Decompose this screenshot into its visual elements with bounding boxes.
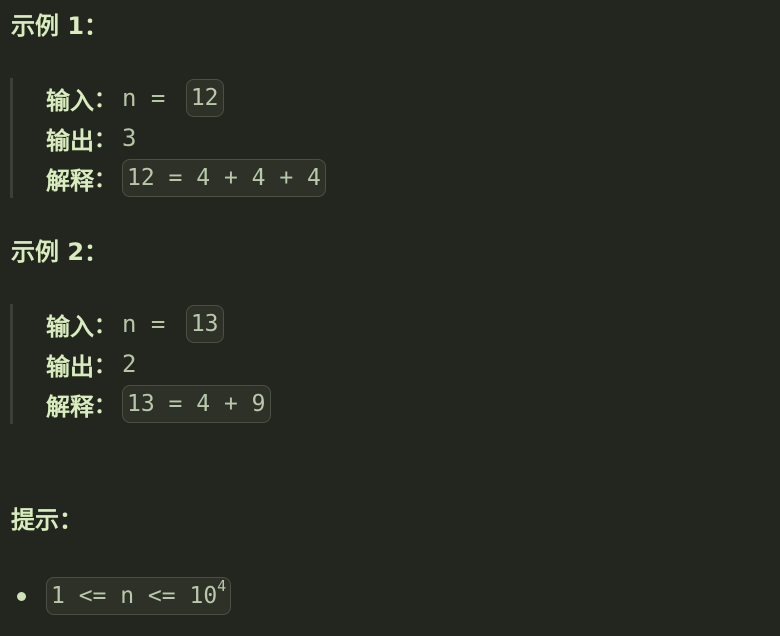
- colon: ：: [94, 88, 117, 113]
- example-1-block: 输入 ： n = 12 输出 ： 3 解释 ： 12 = 4 + 4 + 4: [10, 78, 710, 198]
- example-2-input-row: 输入 ： n = 13: [46, 304, 710, 344]
- input-prefix: n =: [122, 310, 180, 338]
- output-label: 输出: [46, 126, 94, 155]
- bullet-icon: [17, 591, 26, 601]
- input-label: 输入: [46, 312, 94, 341]
- example-2-output-row: 输出 ： 2: [46, 344, 710, 384]
- hints-heading: 提示：: [11, 506, 83, 534]
- colon: ：: [94, 314, 117, 339]
- constraint-exponent: 4: [217, 577, 227, 596]
- explain-label: 解释: [46, 392, 94, 421]
- output-value: 3: [122, 124, 137, 152]
- example-2-block: 输入 ： n = 13 输出 ： 2 解释 ： 13 = 4 + 9: [10, 304, 710, 424]
- constraint-code: 1 <= n <= 104: [46, 577, 232, 615]
- explain-label: 解释: [46, 166, 94, 195]
- problem-description: 示例 1： 输入 ： n = 12 输出 ： 3 解释 ： 12 = 4 + 4…: [0, 0, 780, 636]
- constraint-base: 1 <= n <= 10: [51, 583, 218, 609]
- input-label: 输入: [46, 86, 94, 115]
- colon: ：: [94, 128, 117, 153]
- example-2-heading: 示例 2：: [11, 238, 109, 266]
- example-1-output-row: 输出 ： 3: [46, 118, 710, 158]
- output-label: 输出: [46, 352, 94, 381]
- example-2-explain-row: 解释 ： 13 = 4 + 9: [46, 384, 710, 424]
- output-value: 2: [122, 350, 137, 378]
- colon: ：: [94, 168, 117, 193]
- explain-value-code: 13 = 4 + 9: [122, 385, 271, 423]
- input-prefix: n =: [122, 84, 180, 112]
- input-value-code: 12: [185, 79, 224, 117]
- example-1-explain-row: 解释 ： 12 = 4 + 4 + 4: [46, 158, 710, 198]
- input-value-code: 13: [185, 305, 224, 343]
- example-1-input-row: 输入 ： n = 12: [46, 78, 710, 118]
- colon: ：: [94, 354, 117, 379]
- example-1-heading: 示例 1：: [11, 12, 109, 40]
- hints-list: 1 <= n <= 104: [13, 576, 232, 616]
- colon: ：: [94, 394, 117, 419]
- explain-value-code: 12 = 4 + 4 + 4: [122, 159, 326, 197]
